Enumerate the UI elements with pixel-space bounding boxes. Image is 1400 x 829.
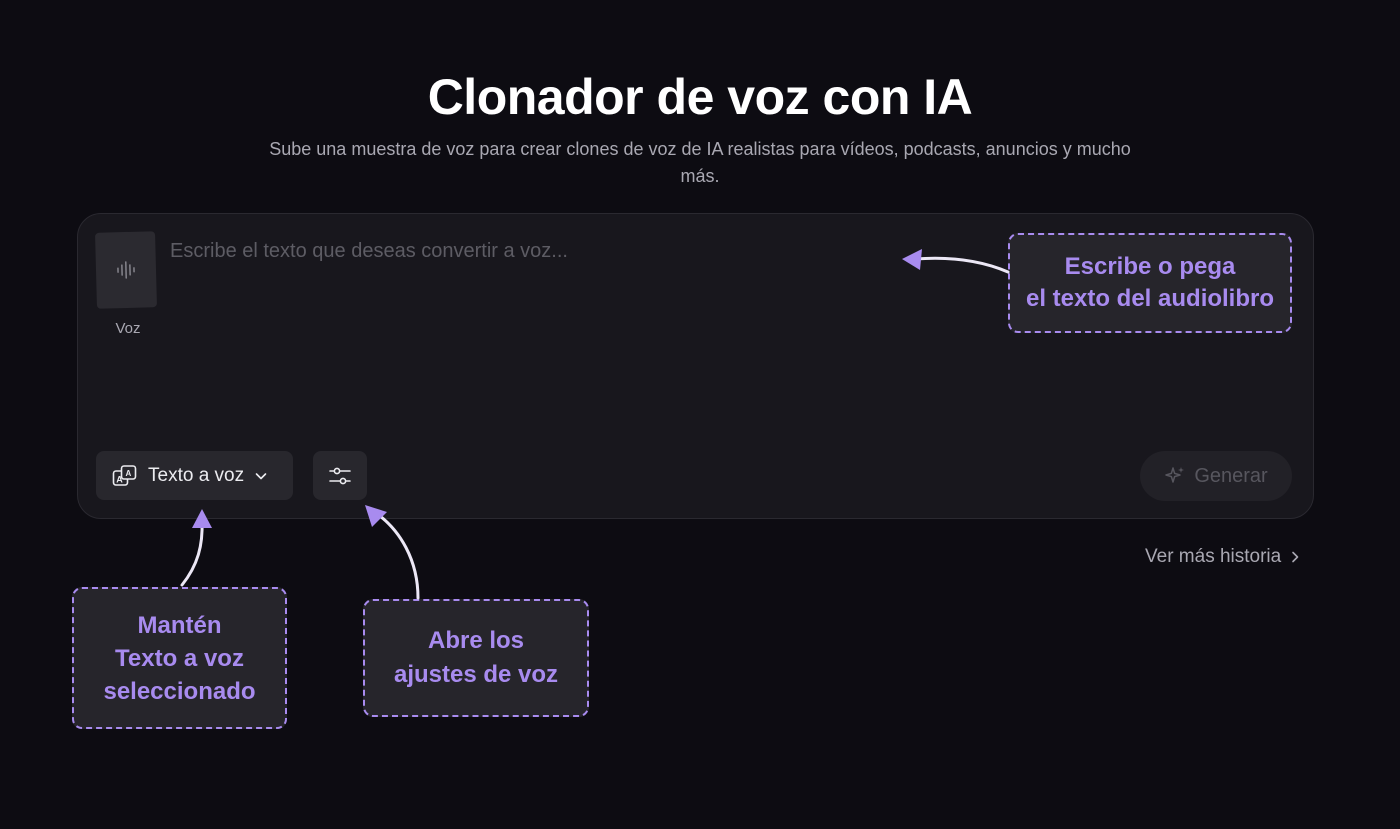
chevron-right-icon	[1292, 551, 1299, 563]
svg-text:A: A	[116, 474, 123, 484]
voice-label: Voz	[115, 320, 141, 337]
text-input[interactable]	[170, 236, 910, 266]
mode-selector-button[interactable]: A A Texto a voz	[96, 451, 293, 500]
generate-button[interactable]: Generar	[1140, 451, 1292, 501]
callout-line: Escribe o pega	[1064, 253, 1236, 280]
callout-line: Abre los	[427, 627, 525, 654]
callout-mode-hint: Mantén Texto a voz seleccionado	[72, 587, 287, 729]
callout-text-hint: Escribe o pega el texto del audiolibro	[1008, 233, 1292, 333]
sliders-icon	[329, 467, 351, 484]
text-to-speech-icon: A A	[112, 464, 137, 486]
arrow-to-settings-button	[374, 511, 420, 600]
mode-label: Texto a voz	[148, 464, 245, 486]
view-history-link[interactable]: Ver más historia	[1145, 544, 1301, 570]
generate-label: Generar	[1194, 464, 1268, 487]
voice-selector[interactable]	[95, 231, 157, 309]
callout-line: seleccionado	[103, 677, 256, 705]
callout-settings-hint: Abre los ajustes de voz	[363, 599, 589, 717]
callout-line: Mantén	[137, 611, 222, 639]
voice-settings-button[interactable]	[313, 451, 367, 500]
page-subtitle: Sube una muestra de voz para crear clone…	[269, 139, 1131, 186]
callout-line: el texto del audiolibro	[1025, 285, 1275, 312]
sparkles-icon	[1165, 467, 1185, 483]
callout-line: Texto a voz	[115, 644, 244, 672]
page-title: Clonador de voz con IA	[427, 69, 973, 125]
svg-text:A: A	[126, 469, 132, 478]
chevron-down-icon	[255, 472, 267, 479]
arrow-to-mode-button	[180, 519, 204, 587]
callout-line: ajustes de voz	[393, 661, 559, 688]
waveform-icon	[117, 261, 135, 279]
history-link-label: Ver más historia	[1145, 546, 1282, 567]
